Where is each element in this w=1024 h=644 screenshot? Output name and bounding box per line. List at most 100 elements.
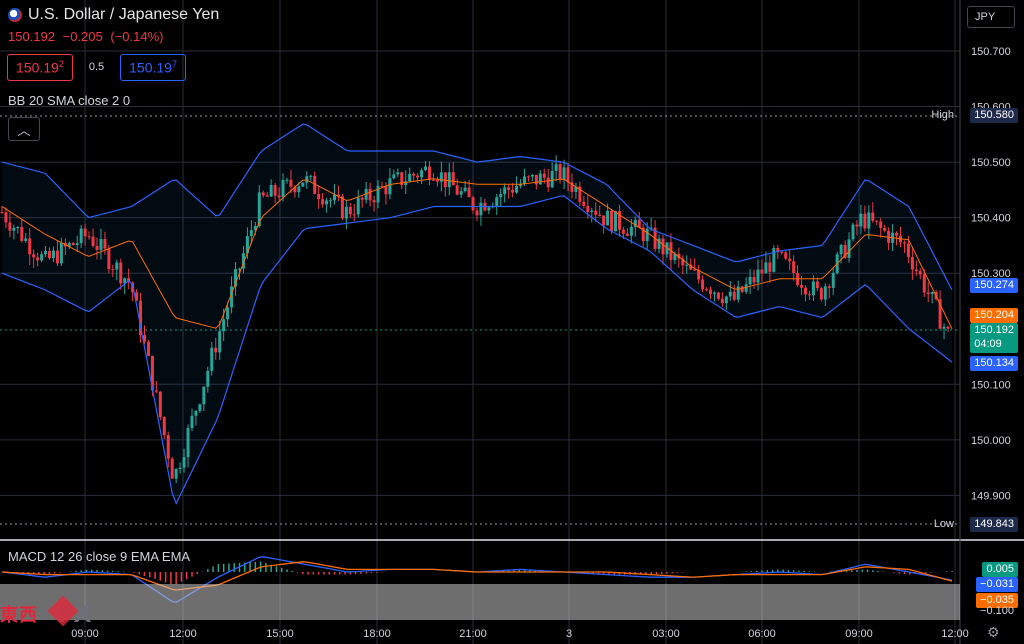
bottom-overlay [0,584,960,620]
candle-body [281,180,285,198]
candle-body [467,187,471,198]
candle-body [75,243,79,245]
ask-price: 150.19 [129,59,172,76]
candle-body [321,199,325,205]
candle-body [372,200,376,203]
candle-body [495,197,499,206]
candle-body [194,410,198,416]
candle-body [166,435,170,459]
candle-body [103,238,107,249]
candle-body [839,244,843,255]
candle-body [918,270,922,275]
candle-body [158,391,162,418]
candle-body [629,226,633,236]
candle-body [744,284,748,292]
candle-body [768,262,772,272]
candle-body [823,286,827,300]
candle-body [305,176,309,183]
price-chart[interactable]: 150.700150.600150.500150.400150.300150.1… [0,0,1024,644]
ask-button[interactable]: 150.197 [120,54,186,81]
time-tick-label: 06:00 [748,628,776,640]
candle-body [610,210,614,232]
candle-body [582,201,586,206]
candle-body [431,179,435,181]
bid-ask: 150.192 0.5 150.197 [7,54,186,81]
candle-body [784,252,788,259]
candle-body [325,200,329,205]
bb-indicator-label[interactable]: BB 20 SMA close 2 0 [8,93,130,108]
price-tick-label: 150.700 [971,46,1011,58]
candle-body [435,179,439,182]
candle-body [716,292,720,299]
candle-body [800,285,804,288]
candle-body [83,228,87,237]
gear-icon[interactable]: ⚙ [987,624,1000,641]
candle-body [503,187,507,195]
candle-body [625,233,629,236]
last-price-value: 150.192 [974,324,1014,336]
high-value-tag: 150.580 [970,108,1018,123]
candle-body [206,370,210,387]
candle-body [867,212,871,229]
candle-body [91,236,95,247]
collapse-button[interactable]: ︿ [8,117,40,141]
low-value-tag: 149.843 [970,517,1018,532]
candle-body [906,243,910,258]
time-tick-label: 09:00 [845,628,873,640]
candle-body [249,230,253,237]
candle-body [455,185,459,195]
time-tick-label: 09:00 [71,628,99,640]
last-price: 150.192 [8,29,55,44]
candle-body [0,212,4,214]
candle-body [526,176,530,178]
candle-body [178,467,182,470]
candle-body [780,251,784,253]
change-value: −0.205 [62,29,103,44]
candle-body [4,212,8,223]
candle-body [942,326,946,329]
candle-body [190,415,194,429]
symbol-title[interactable]: U.S. Dollar / Japanese Yen [28,6,219,24]
candle-body [661,238,665,255]
candle-body [186,428,190,458]
candle-body [115,262,119,270]
candle-body [265,195,269,197]
candle-body [851,224,855,240]
candle-body [36,257,40,261]
candle-body [289,179,293,187]
candle-body [701,279,705,290]
candle-body [226,307,230,320]
candle-body [51,250,55,259]
candle-body [162,417,166,436]
candle-body [922,274,926,293]
currency-button[interactable]: JPY [967,6,1015,28]
candle-body [55,250,59,264]
price-tick-label: 150.500 [971,157,1011,169]
candle-body [586,205,590,212]
candle-body [28,238,32,255]
macd-axis-label: −0.100 [980,605,1014,617]
candle-body [487,207,491,211]
macd-indicator-label[interactable]: MACD 12 26 close 9 EMA EMA [8,549,190,564]
candle-body [756,269,760,283]
candle-body [606,210,610,226]
price-change: 150.192 −0.205 (−0.14%) [8,29,219,44]
candle-body [946,326,950,329]
bid-button[interactable]: 150.192 [7,54,73,81]
time-tick-label: 03:00 [652,628,680,640]
low-label: Low [933,518,954,530]
candle-body [930,291,934,295]
price-tick-label: 149.900 [971,490,1011,502]
candle-body [356,197,360,215]
candle-body [87,236,91,238]
candle-body [902,242,906,244]
candle-body [277,195,281,198]
candle-body [214,347,218,353]
price-tick-label: 150.100 [971,379,1011,391]
candle-body [24,238,28,241]
candle-body [95,246,99,250]
candle-body [815,281,819,289]
candle-body [788,258,792,262]
candle-body [59,242,63,264]
candle-body [732,291,736,300]
